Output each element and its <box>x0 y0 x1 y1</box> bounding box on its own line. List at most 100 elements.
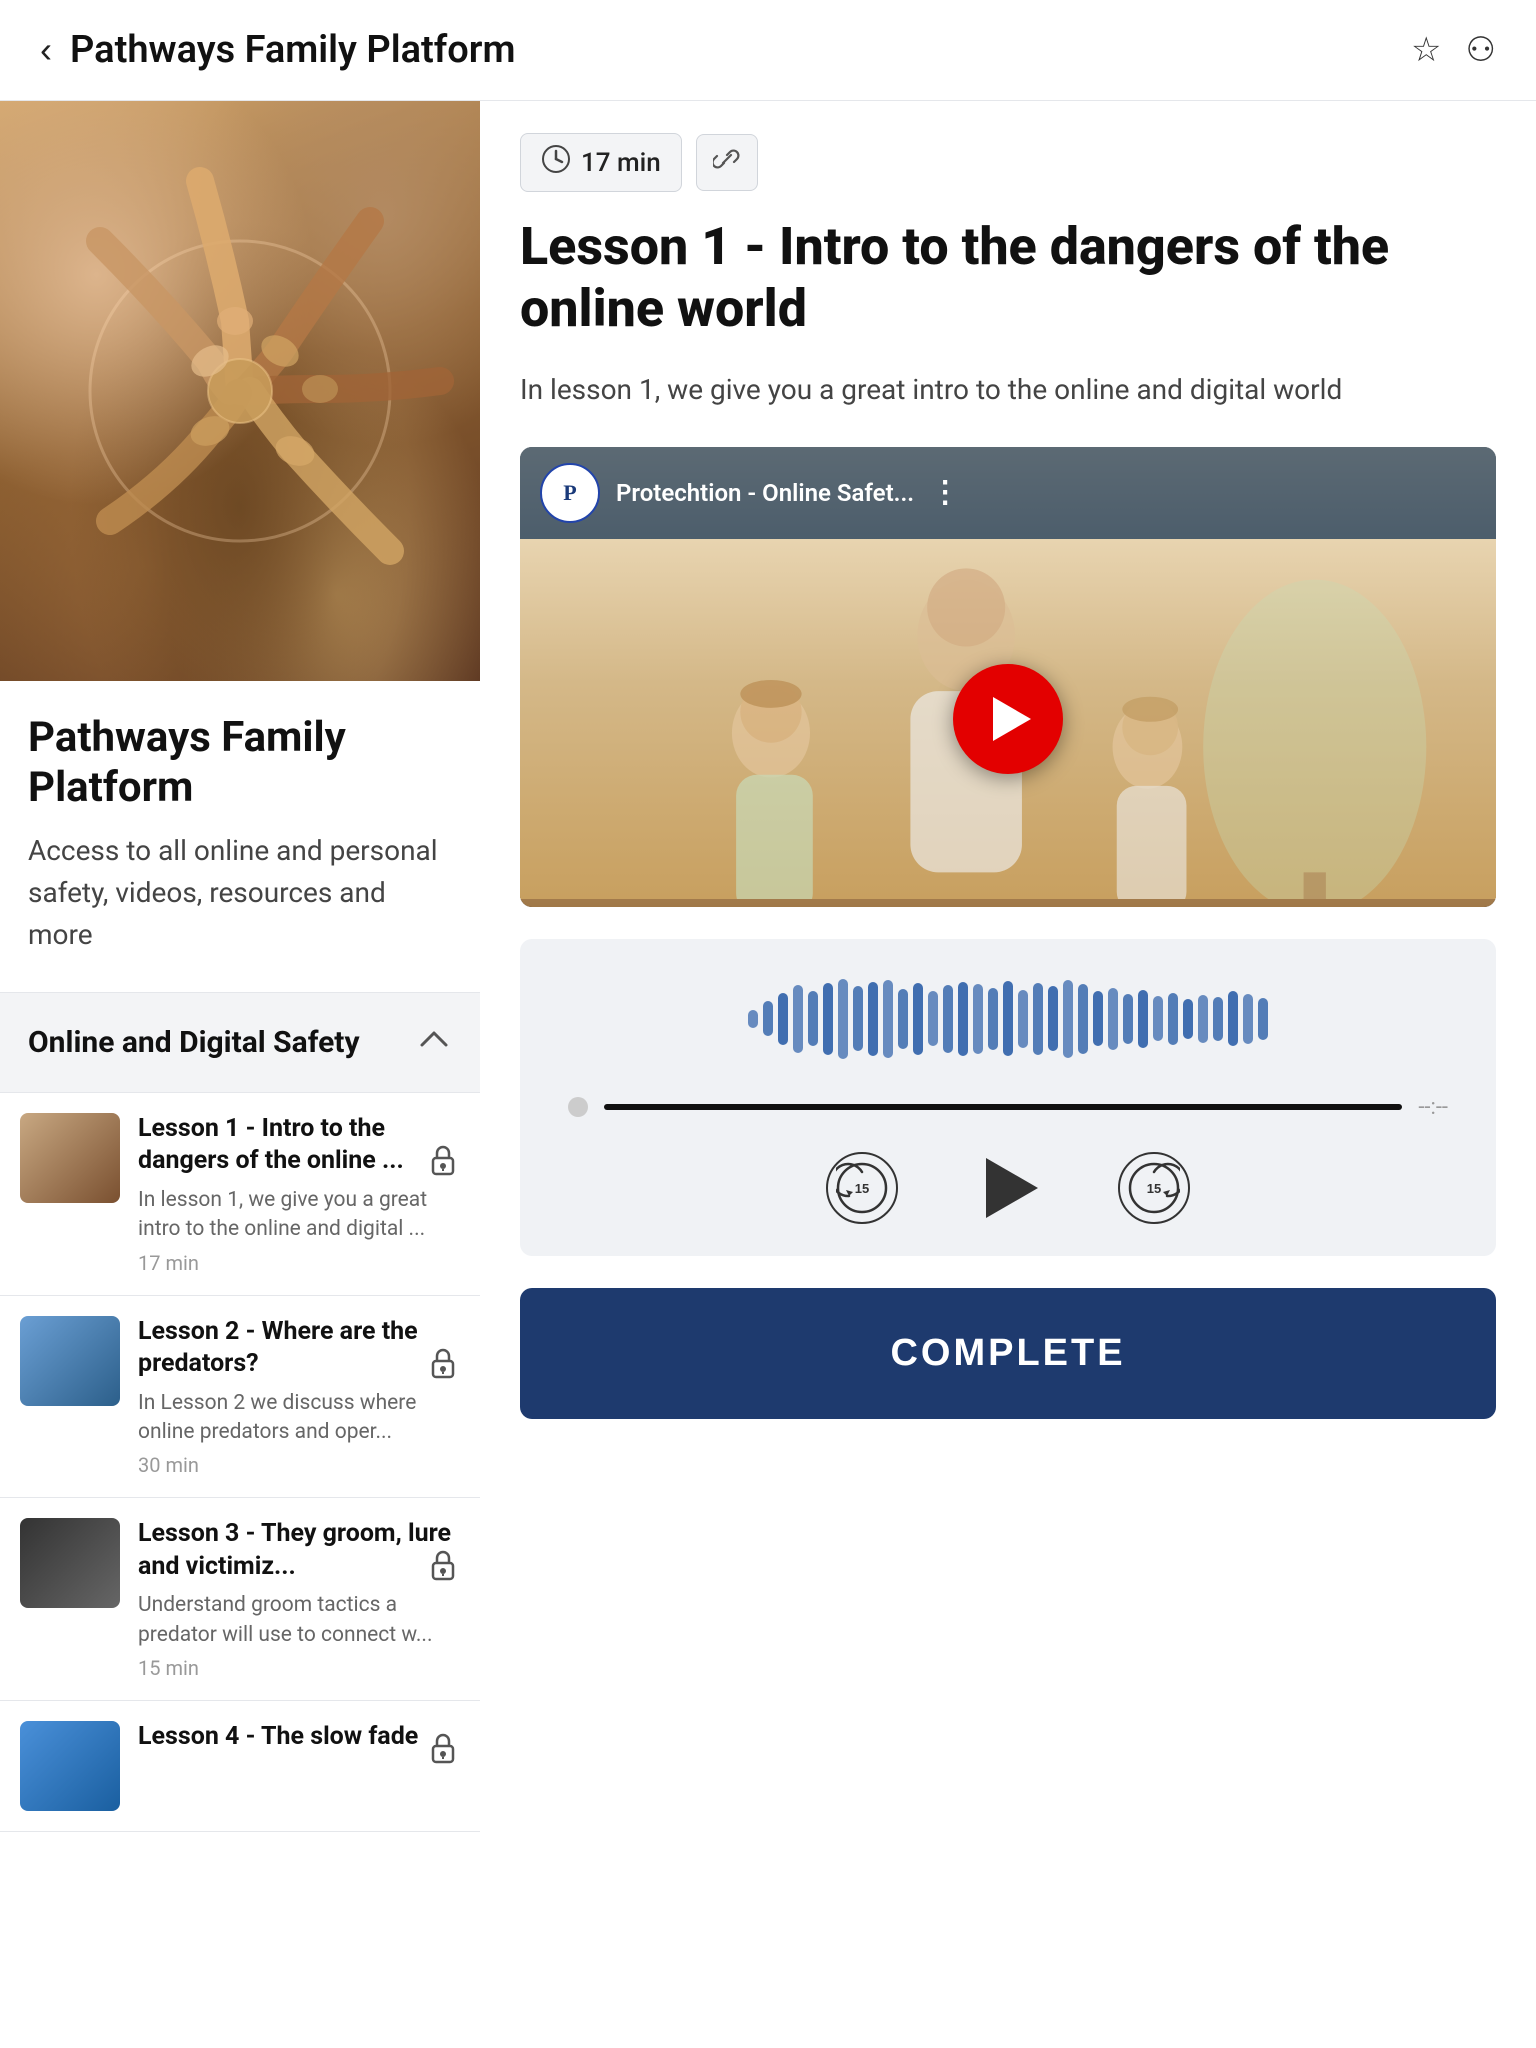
progress-row[interactable]: --:-- <box>568 1095 1448 1120</box>
platform-title: Pathways Family Platform <box>28 713 452 814</box>
waveform-bar <box>1153 996 1163 1041</box>
lesson-thumbnail-4 <box>20 1721 120 1811</box>
clock-icon <box>541 144 571 181</box>
waveform-bar <box>988 988 998 1050</box>
waveform-bar <box>1168 993 1178 1045</box>
lock-icon-4 <box>426 1729 460 1775</box>
waveform-bar <box>1123 994 1133 1044</box>
waveform-bar <box>793 985 803 1053</box>
link-button[interactable] <box>696 134 758 191</box>
video-thumbnail: P Protechtion - Online Safet... ⋮ <box>520 447 1496 907</box>
rewind-button[interactable]: 15 <box>826 1152 898 1224</box>
duration-badge: 17 min <box>520 133 682 192</box>
share-button[interactable]: ⚇ <box>1466 30 1496 70</box>
lesson-4-title: Lesson 4 - The slow fade <box>138 1721 460 1754</box>
lesson-2-content: Lesson 2 - Where are the predators? In L… <box>138 1316 460 1478</box>
lock-icon-3 <box>426 1546 460 1592</box>
header-actions: ☆ ⚇ <box>1411 30 1496 70</box>
lock-icon-2 <box>426 1344 460 1390</box>
duration-row: 17 min <box>520 133 1496 192</box>
lesson-item[interactable]: Lesson 1 - Intro to the dangers of the o… <box>0 1093 480 1296</box>
waveform-bar <box>1048 986 1058 1051</box>
waveform-bar <box>1063 980 1073 1058</box>
lesson-3-content: Lesson 3 - They groom, lure and victimiz… <box>138 1518 460 1680</box>
lesson-1-desc: In lesson 1, we give you a great intro t… <box>138 1186 460 1245</box>
lesson-1-meta: 17 min <box>138 1251 460 1275</box>
lesson-1-title: Lesson 1 - Intro to the dangers of the o… <box>138 1113 460 1178</box>
waveform-bar <box>808 991 818 1046</box>
lesson-2-title: Lesson 2 - Where are the predators? <box>138 1316 460 1381</box>
waveform-bar <box>973 984 983 1054</box>
duration-text: 17 min <box>581 148 661 178</box>
waveform-bar <box>1018 990 1028 1048</box>
section-header[interactable]: Online and Digital Safety <box>0 992 480 1093</box>
lesson-item[interactable]: Lesson 3 - They groom, lure and victimiz… <box>0 1498 480 1701</box>
play-triangle-audio <box>986 1158 1038 1218</box>
lesson-thumbnail-2 <box>20 1316 120 1406</box>
hero-image <box>0 101 480 681</box>
hands-visual <box>0 101 480 681</box>
platform-desc: Access to all online and personal safety… <box>28 830 452 956</box>
waveform-bar <box>1198 995 1208 1043</box>
app-header: ‹ Pathways Family Platform ☆ ⚇ <box>0 0 1536 101</box>
lesson-thumbnail-1 <box>20 1113 120 1203</box>
audio-controls: 15 15 <box>568 1152 1448 1224</box>
waveform-bar <box>1108 988 1118 1050</box>
video-more-icon[interactable]: ⋮ <box>930 475 960 510</box>
waveform-bar <box>1183 999 1193 1039</box>
waveform-bar <box>838 979 848 1059</box>
waveform-bar <box>1078 984 1088 1054</box>
waveform-bar <box>1033 983 1043 1055</box>
waveform <box>568 979 1448 1059</box>
left-panel: Pathways Family Platform Access to all o… <box>0 101 480 1832</box>
bookmark-button[interactable]: ☆ <box>1411 30 1441 70</box>
lesson-3-meta: 15 min <box>138 1656 460 1680</box>
lock-icon-1 <box>426 1141 460 1187</box>
complete-button[interactable]: COMPLETE <box>520 1288 1496 1419</box>
waveform-bar <box>868 982 878 1056</box>
video-scene <box>520 539 1496 899</box>
lesson-2-duration: 30 min <box>138 1453 199 1477</box>
lesson-3-desc: Understand groom tactics a predator will… <box>138 1591 460 1650</box>
platform-info: Pathways Family Platform Access to all o… <box>0 681 480 976</box>
video-play-button[interactable] <box>953 664 1063 774</box>
lesson-list: Lesson 1 - Intro to the dangers of the o… <box>0 1093 480 1832</box>
lesson-1-duration: 17 min <box>138 1251 199 1275</box>
hands-svg <box>20 121 460 661</box>
progress-time: --:-- <box>1418 1095 1448 1120</box>
lesson-1-content: Lesson 1 - Intro to the dangers of the o… <box>138 1113 460 1275</box>
forward-icon: 15 <box>1128 1162 1180 1214</box>
waveform-bar <box>823 983 833 1055</box>
lesson-main-title: Lesson 1 - Intro to the dangers of the o… <box>520 216 1496 341</box>
lesson-item[interactable]: Lesson 4 - The slow fade <box>0 1701 480 1831</box>
video-channel-name: Protechtion - Online Safet... <box>616 479 914 507</box>
waveform-bar <box>958 982 968 1056</box>
main-layout: Pathways Family Platform Access to all o… <box>0 101 1536 1832</box>
waveform-bar <box>1243 994 1253 1044</box>
lesson-4-content: Lesson 4 - The slow fade <box>138 1721 460 1762</box>
app-title: Pathways Family Platform <box>70 28 515 72</box>
lesson-item[interactable]: Lesson 2 - Where are the predators? In L… <box>0 1296 480 1499</box>
waveform-bar <box>1093 991 1103 1046</box>
svg-text:15: 15 <box>1147 1181 1161 1196</box>
waveform-bar <box>1003 981 1013 1056</box>
audio-player: --:-- 15 <box>520 939 1496 1256</box>
forward-button[interactable]: 15 <box>1118 1152 1190 1224</box>
audio-play-button[interactable] <box>978 1158 1038 1218</box>
progress-track[interactable] <box>604 1104 1402 1110</box>
lesson-2-desc: In Lesson 2 we discuss where online pred… <box>138 1389 460 1448</box>
waveform-bar <box>1258 998 1268 1040</box>
waveform-bar <box>1213 997 1223 1041</box>
waveform-bar <box>913 983 923 1055</box>
right-panel: 17 min Lesson 1 - Intro to the dangers o… <box>480 101 1536 1451</box>
progress-dot <box>568 1097 588 1117</box>
video-container[interactable]: P Protechtion - Online Safet... ⋮ <box>520 447 1496 907</box>
waveform-bar <box>763 1001 773 1036</box>
waveform-bar <box>898 989 908 1049</box>
play-triangle <box>993 697 1031 741</box>
back-button[interactable]: ‹ <box>40 32 52 68</box>
header-left: ‹ Pathways Family Platform <box>40 28 515 72</box>
channel-logo: P <box>540 463 600 523</box>
section-title: Online and Digital Safety <box>28 1025 360 1060</box>
waveform-bar <box>1228 991 1238 1046</box>
